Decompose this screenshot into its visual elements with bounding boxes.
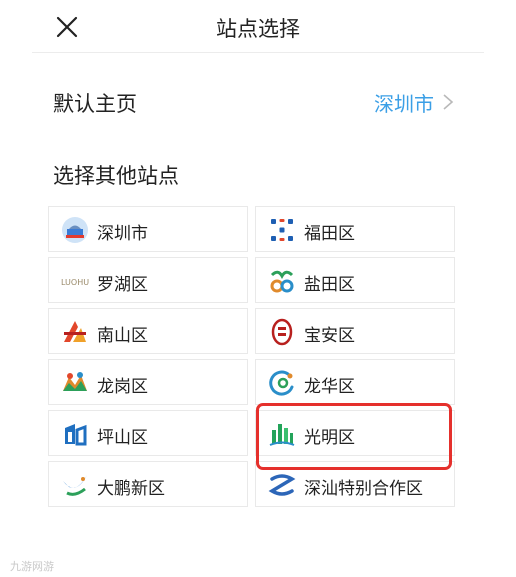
site-label: 龙华区 bbox=[304, 377, 355, 397]
site-cell-luohu[interactable]: LUOHU 罗湖区 bbox=[48, 257, 248, 303]
longgang-icon bbox=[63, 372, 87, 391]
page-title: 站点选择 bbox=[216, 17, 300, 41]
header-divider bbox=[32, 52, 484, 53]
default-home-row[interactable]: 默认主页 深圳市 bbox=[0, 78, 516, 122]
dapeng-icon bbox=[63, 475, 87, 496]
site-label: 罗湖区 bbox=[97, 275, 148, 295]
yantian-icon bbox=[270, 270, 294, 293]
site-label: 龙岗区 bbox=[97, 377, 148, 397]
pingshan-icon bbox=[65, 424, 87, 446]
site-label: 福田区 bbox=[304, 224, 355, 244]
luohu-icon: LUOHU bbox=[61, 278, 89, 287]
default-home-label: 默认主页 bbox=[53, 92, 137, 116]
default-home-value[interactable]: 深圳市 bbox=[374, 88, 434, 117]
selection-highlight bbox=[256, 403, 452, 470]
site-cell-nanshan[interactable]: 南山区 bbox=[48, 308, 248, 354]
header: 站点选择 bbox=[0, 0, 516, 52]
site-cell-yantian[interactable]: 盐田区 bbox=[255, 257, 455, 303]
site-label: 深圳市 bbox=[97, 224, 148, 244]
site-label: 南山区 bbox=[97, 326, 148, 346]
site-cell-pingshan[interactable]: 坪山区 bbox=[48, 410, 248, 456]
nanshan-icon bbox=[64, 321, 86, 342]
site-label: 深汕特别合作区 bbox=[304, 479, 423, 499]
site-cell-futian[interactable]: 福田区 bbox=[255, 206, 455, 252]
watermark: 九游网游 bbox=[10, 560, 54, 573]
section-title: 选择其他站点 bbox=[53, 164, 179, 188]
site-cell-shenzhen[interactable]: 深圳市 bbox=[48, 206, 248, 252]
site-label: 大鹏新区 bbox=[97, 479, 165, 499]
shenshan-icon bbox=[268, 474, 296, 496]
longhua-icon bbox=[269, 370, 294, 396]
site-cell-dapeng[interactable]: 大鹏新区 bbox=[48, 461, 248, 507]
shenzhen-icon bbox=[62, 217, 88, 243]
site-label: 盐田区 bbox=[304, 275, 355, 295]
site-cell-baoan[interactable]: 宝安区 bbox=[255, 308, 455, 354]
baoan-icon bbox=[271, 318, 293, 346]
futian-icon bbox=[271, 219, 293, 241]
site-label: 坪山区 bbox=[97, 428, 148, 448]
svg-text:LUOHU: LUOHU bbox=[61, 278, 89, 287]
site-cell-longgang[interactable]: 龙岗区 bbox=[48, 359, 248, 405]
chevron-right-icon bbox=[443, 94, 454, 110]
site-label: 宝安区 bbox=[304, 326, 355, 346]
site-cell-longhua[interactable]: 龙华区 bbox=[255, 359, 455, 405]
